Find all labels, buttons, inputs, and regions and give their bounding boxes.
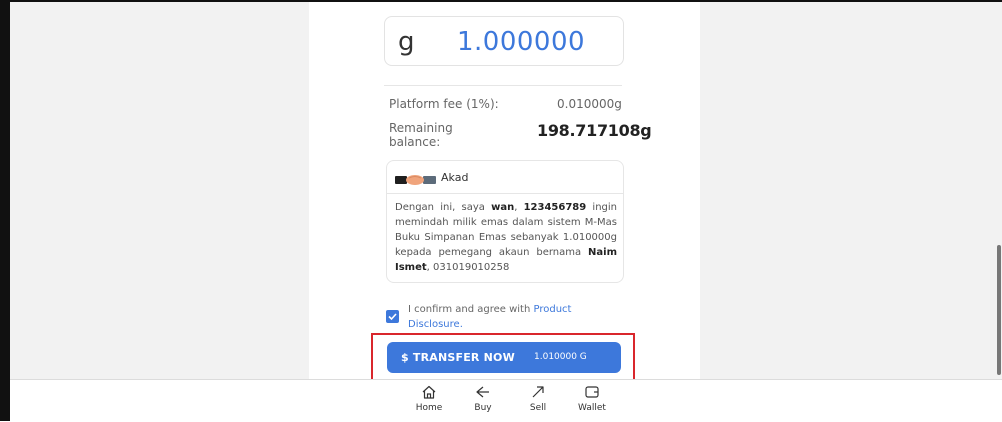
transfer-panel: g 1.000000 Platform fee (1%): 0.010000g … <box>309 2 700 379</box>
user-ic: 123456789 <box>523 202 587 213</box>
nav-buy[interactable]: Buy <box>458 384 508 413</box>
akad-header: Akad <box>387 161 623 194</box>
amount-field[interactable]: g 1.000000 <box>384 16 624 66</box>
nav-sell-label: Sell <box>529 403 547 413</box>
nav-home[interactable]: Home <box>404 384 454 413</box>
nav-buy-label: Buy <box>474 403 492 413</box>
platform-fee-value: 0.010000g <box>557 97 622 111</box>
page-background-right <box>700 2 995 379</box>
platform-fee-label: Platform fee (1%): <box>389 97 499 111</box>
remaining-balance-label: Remaining balance: <box>389 121 453 149</box>
handshake-icon <box>395 171 437 190</box>
confirm-text: I confirm and agree with Product Disclos… <box>408 304 572 330</box>
amount-unit: g <box>398 27 415 57</box>
amount-value[interactable]: 1.000000 <box>457 27 585 57</box>
akad-title: Akad <box>441 171 469 184</box>
page-background-left <box>10 2 309 379</box>
divider <box>384 85 622 86</box>
window-left-border <box>0 0 10 421</box>
wallet-icon <box>585 386 599 398</box>
nav-wallet[interactable]: Wallet <box>567 384 617 413</box>
nav-wallet-label: Wallet <box>578 403 606 413</box>
nav-home-label: Home <box>415 403 443 413</box>
confirm-checkbox[interactable] <box>386 310 399 323</box>
scrollbar-thumb[interactable] <box>997 245 1001 375</box>
sell-icon <box>532 386 544 398</box>
bottom-navbar: Home Buy Sell Wallet <box>10 379 1002 422</box>
home-icon <box>422 385 436 399</box>
akad-statement: Dengan ini, saya wan, 123456789 ingin me… <box>395 202 618 273</box>
highlight-annotation <box>371 333 635 382</box>
akad-card: Akad Dengan ini, saya wan, 123456789 ing… <box>386 160 624 283</box>
user-name: wan <box>491 202 515 213</box>
remaining-balance-value: 198.717108g <box>537 121 652 140</box>
buy-icon <box>476 386 489 398</box>
nav-sell[interactable]: Sell <box>513 384 563 413</box>
check-icon <box>388 313 397 321</box>
